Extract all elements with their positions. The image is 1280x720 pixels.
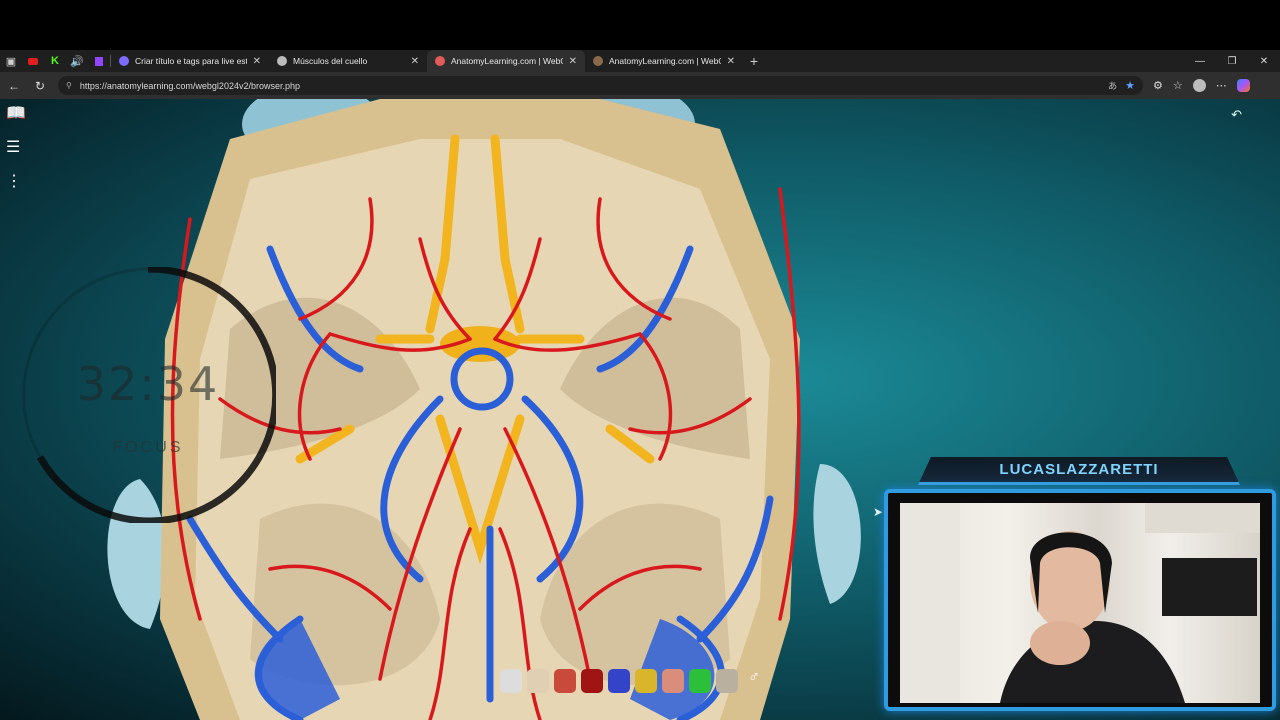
timer-label: FOCUS — [112, 439, 184, 456]
book-icon[interactable]: 📖 — [6, 103, 26, 123]
toolbar-icons: ⚙ ☆ ⋯ — [1153, 79, 1250, 92]
extensions-icon[interactable]: ⚙ — [1153, 79, 1163, 92]
tab-bar: ▣ K 🔊 Criar título e tags para live estu… — [0, 50, 1280, 72]
reload-icon[interactable]: ↻ — [32, 79, 48, 93]
joint-icon[interactable] — [716, 669, 738, 693]
audio-icon[interactable]: 🔊 — [66, 50, 88, 72]
organ-icon[interactable] — [662, 669, 684, 693]
address-bar[interactable]: ⚲ https://anatomylearning.com/webgl2024v… — [58, 76, 1143, 95]
tab-4[interactable]: AnatomyLearning.com | WebGL P ✕ — [585, 50, 743, 72]
tab-title: AnatomyLearning.com | WebGL P — [609, 56, 721, 66]
youtube-pinned-tab[interactable] — [22, 50, 44, 72]
new-tab-button[interactable]: + — [743, 50, 765, 72]
vascular-icon[interactable] — [608, 669, 630, 693]
top-black-bar — [0, 0, 1280, 50]
kick-pinned-tab[interactable]: K — [44, 50, 66, 72]
streamer-name-plate: LUCASLAZZARETTI — [918, 457, 1240, 485]
more-vertical-icon[interactable]: ⋮ — [6, 171, 26, 191]
restore-icon[interactable]: ❐ — [1216, 56, 1248, 67]
favorite-star-icon[interactable]: ★ — [1125, 79, 1135, 92]
window-controls: — ❐ ✕ — [1184, 56, 1280, 67]
close-icon[interactable]: ✕ — [253, 56, 261, 67]
muscle-icon[interactable] — [554, 669, 576, 693]
undo-icon[interactable]: ↶ — [1231, 107, 1242, 123]
comment-list-icon[interactable]: ☰ — [6, 137, 26, 157]
nerve-icon[interactable] — [635, 669, 657, 693]
tab-actions-icon[interactable]: ▣ — [0, 50, 22, 72]
webgl-anatomy-viewport[interactable]: 📖 ☰ ⋮ ↶ 32:34 FOCUS ♂ ➤ LUCASLAZZARETTI — [0, 99, 1280, 720]
heart-icon[interactable] — [581, 669, 603, 693]
site-info-icon[interactable]: ⚲ — [66, 81, 72, 90]
translate-icon[interactable]: あ — [1108, 79, 1117, 92]
url-text: https://anatomylearning.com/webgl2024v2/… — [79, 80, 300, 91]
focus-timer-overlay: 32:34 FOCUS — [20, 267, 276, 523]
tab-title: Músculos del cuello — [293, 56, 368, 66]
close-icon[interactable]: ✕ — [569, 56, 577, 67]
right-ear — [813, 464, 861, 604]
tab-favicon — [277, 56, 287, 66]
close-icon[interactable]: ✕ — [727, 56, 735, 67]
person-body — [1000, 621, 1185, 703]
profile-avatar[interactable] — [1192, 79, 1206, 92]
tab-1[interactable]: Criar título e tags para live estudo ✕ — [111, 50, 269, 72]
person-hand — [1030, 621, 1090, 665]
back-icon[interactable]: ← — [6, 79, 22, 93]
close-window-icon[interactable]: ✕ — [1248, 56, 1280, 67]
favorites-icon[interactable]: ☆ — [1173, 79, 1183, 92]
skull-icon[interactable] — [527, 669, 549, 693]
tab-favicon — [593, 56, 603, 66]
minimize-icon[interactable]: — — [1184, 56, 1216, 67]
webcam-frame — [884, 489, 1276, 711]
tab-title: Criar título e tags para live estudo — [135, 56, 247, 66]
tab-title: AnatomyLearning.com | WebGL P — [451, 56, 563, 66]
tab-2[interactable]: Músculos del cuello ✕ — [269, 50, 427, 72]
more-icon[interactable]: ⋯ — [1216, 79, 1227, 92]
mouse-cursor: ➤ — [873, 505, 884, 519]
close-icon[interactable]: ✕ — [411, 56, 419, 67]
webcam-feed — [900, 503, 1260, 703]
gender-icon[interactable]: ♂ — [743, 669, 765, 693]
side-toolbar: 📖 ☰ ⋮ — [6, 103, 26, 191]
skeleton-icon[interactable] — [500, 669, 522, 693]
lymph-icon[interactable] — [689, 669, 711, 693]
system-selector-toolbar: ♂ — [500, 669, 765, 693]
address-bar-row: ← ↻ ⚲ https://anatomylearning.com/webgl2… — [0, 72, 1280, 99]
tab-favicon — [119, 56, 129, 66]
copilot-icon[interactable] — [1236, 79, 1250, 92]
tab-3-active[interactable]: AnatomyLearning.com | WebGL P ✕ — [427, 50, 585, 72]
timer-time: 32:34 — [76, 357, 220, 411]
tab-favicon — [435, 56, 445, 66]
webcam-scene — [900, 503, 1260, 703]
tv-screen — [1162, 558, 1257, 616]
twitch-pinned-tab[interactable] — [88, 50, 110, 72]
